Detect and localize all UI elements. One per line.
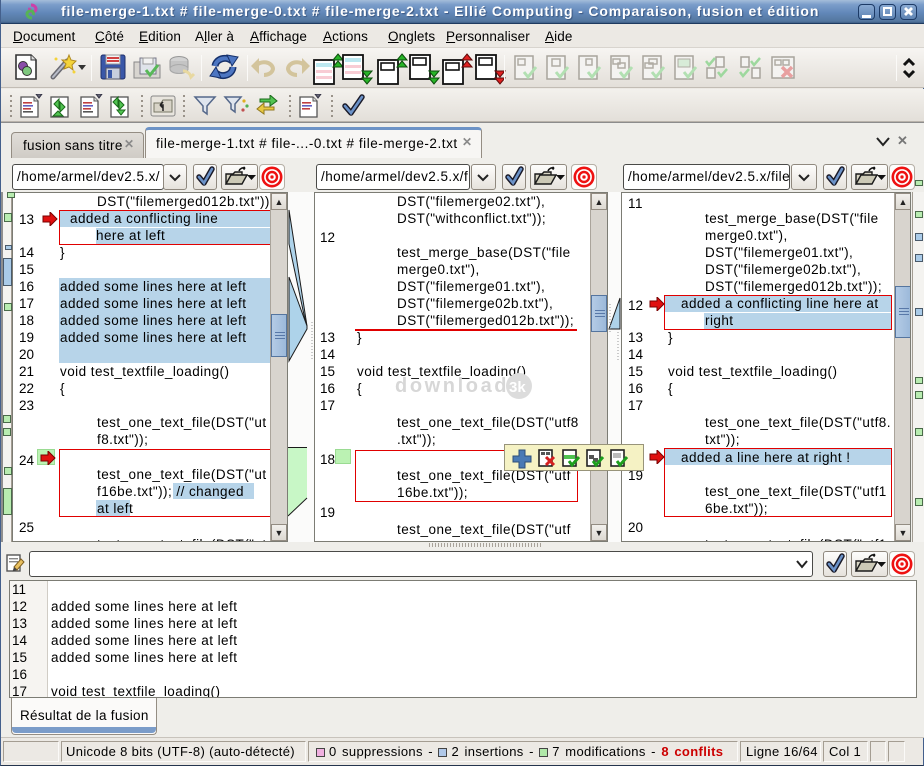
svg-text:3k: 3k: [509, 379, 526, 396]
